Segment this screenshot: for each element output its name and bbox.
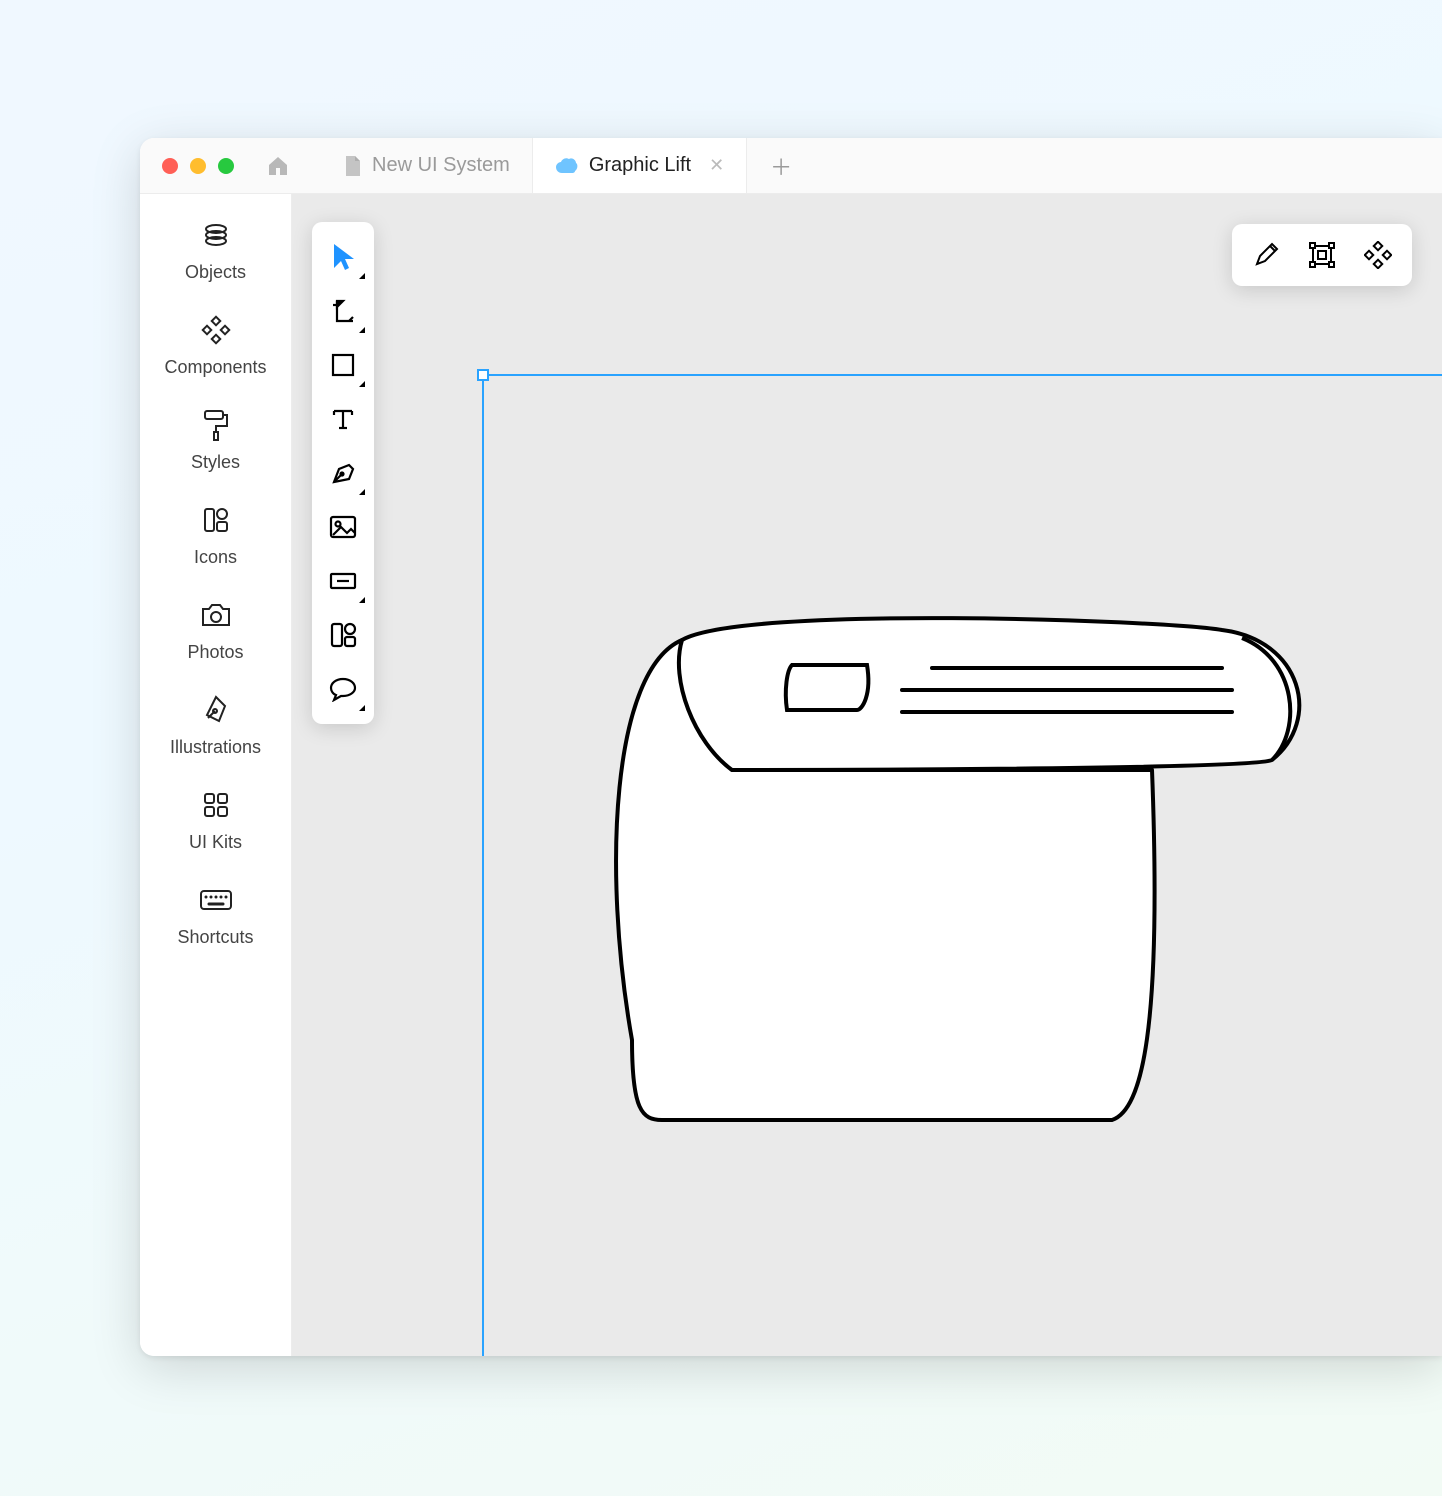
sidebar-item-icons[interactable]: Icons	[140, 503, 291, 568]
new-tab-button[interactable]: ＋	[761, 146, 801, 186]
expand-indicator-icon	[359, 273, 365, 279]
rectangle-icon	[330, 352, 356, 378]
artboard-icon	[329, 297, 357, 325]
expand-indicator-icon	[359, 705, 365, 711]
pen-icon	[329, 459, 357, 487]
tab-graphic-lift[interactable]: Graphic Lift ✕	[532, 138, 747, 193]
transform-icon	[1308, 241, 1336, 269]
sidebar-item-objects[interactable]: Objects	[140, 218, 291, 283]
minimize-window-button[interactable]	[190, 158, 206, 174]
sidebar-item-label: Illustrations	[170, 737, 261, 758]
selection-box[interactable]	[482, 374, 1442, 1356]
comment-tool[interactable]	[316, 662, 370, 716]
expand-indicator-icon	[359, 489, 365, 495]
titlebar: New UI System Graphic Lift ✕ ＋	[140, 138, 1442, 194]
tool-palette	[312, 222, 374, 724]
tab-label: Graphic Lift	[589, 154, 691, 177]
image-icon	[329, 515, 357, 539]
expand-indicator-icon	[359, 381, 365, 387]
canvas[interactable]	[292, 194, 1442, 1356]
button-icon	[329, 572, 357, 590]
sidebar-item-label: Shortcuts	[177, 927, 253, 948]
transform-tool[interactable]	[1298, 231, 1346, 279]
pencil-tool[interactable]	[1242, 231, 1290, 279]
plus-icon: ＋	[770, 150, 792, 182]
app-window: New UI System Graphic Lift ✕ ＋	[140, 138, 1442, 1356]
sidebar-item-label: Objects	[185, 262, 246, 283]
sidebar-item-shortcuts[interactable]: Shortcuts	[140, 883, 291, 948]
sidebar-item-illustrations[interactable]: Illustrations	[140, 693, 291, 758]
pen-tool[interactable]	[316, 446, 370, 500]
cloud-icon	[555, 157, 579, 175]
component-tool[interactable]	[316, 608, 370, 662]
maximize-window-button[interactable]	[218, 158, 234, 174]
expand-indicator-icon	[359, 597, 365, 603]
components-tool[interactable]	[1354, 231, 1402, 279]
sidebar-item-label: UI Kits	[189, 832, 242, 853]
text-tool[interactable]	[316, 392, 370, 446]
button-tool[interactable]	[316, 554, 370, 608]
close-window-button[interactable]	[162, 158, 178, 174]
diamonds-icon	[1364, 241, 1392, 269]
icons-icon	[199, 503, 233, 537]
pen-nib-icon	[199, 693, 233, 727]
sidebar-item-ui-kits[interactable]: UI Kits	[140, 788, 291, 853]
comment-icon	[329, 676, 357, 702]
artboard-tool[interactable]	[316, 284, 370, 338]
sidebar: Objects Components	[140, 194, 292, 1356]
home-button[interactable]	[264, 152, 292, 180]
camera-icon	[199, 598, 233, 632]
window-controls	[140, 158, 264, 174]
image-tool[interactable]	[316, 500, 370, 554]
sidebar-item-photos[interactable]: Photos	[140, 598, 291, 663]
grid-icon	[199, 788, 233, 822]
select-tool[interactable]	[316, 230, 370, 284]
keyboard-icon	[199, 883, 233, 917]
sidebar-item-label: Photos	[187, 642, 243, 663]
rectangle-tool[interactable]	[316, 338, 370, 392]
app-body: Objects Components	[140, 194, 1442, 1356]
pencil-icon	[1252, 241, 1280, 269]
tab-new-ui-system[interactable]: New UI System	[322, 138, 532, 193]
sidebar-item-label: Styles	[191, 452, 240, 473]
selection-handle-top-left[interactable]	[477, 369, 489, 381]
file-icon	[344, 155, 362, 177]
home-icon	[266, 154, 290, 178]
sidebar-item-components[interactable]: Components	[140, 313, 291, 378]
components-icon	[199, 313, 233, 347]
cursor-icon	[330, 242, 356, 272]
tab-label: New UI System	[372, 154, 510, 177]
sidebar-item-styles[interactable]: Styles	[140, 408, 291, 473]
expand-indicator-icon	[359, 327, 365, 333]
text-icon	[330, 406, 356, 432]
close-tab-button[interactable]: ✕	[709, 155, 724, 176]
component-icon	[329, 621, 357, 649]
objects-icon	[199, 218, 233, 252]
action-toolbar	[1232, 224, 1412, 286]
sidebar-item-label: Components	[164, 357, 266, 378]
paint-roller-icon	[199, 408, 233, 442]
sidebar-item-label: Icons	[194, 547, 237, 568]
